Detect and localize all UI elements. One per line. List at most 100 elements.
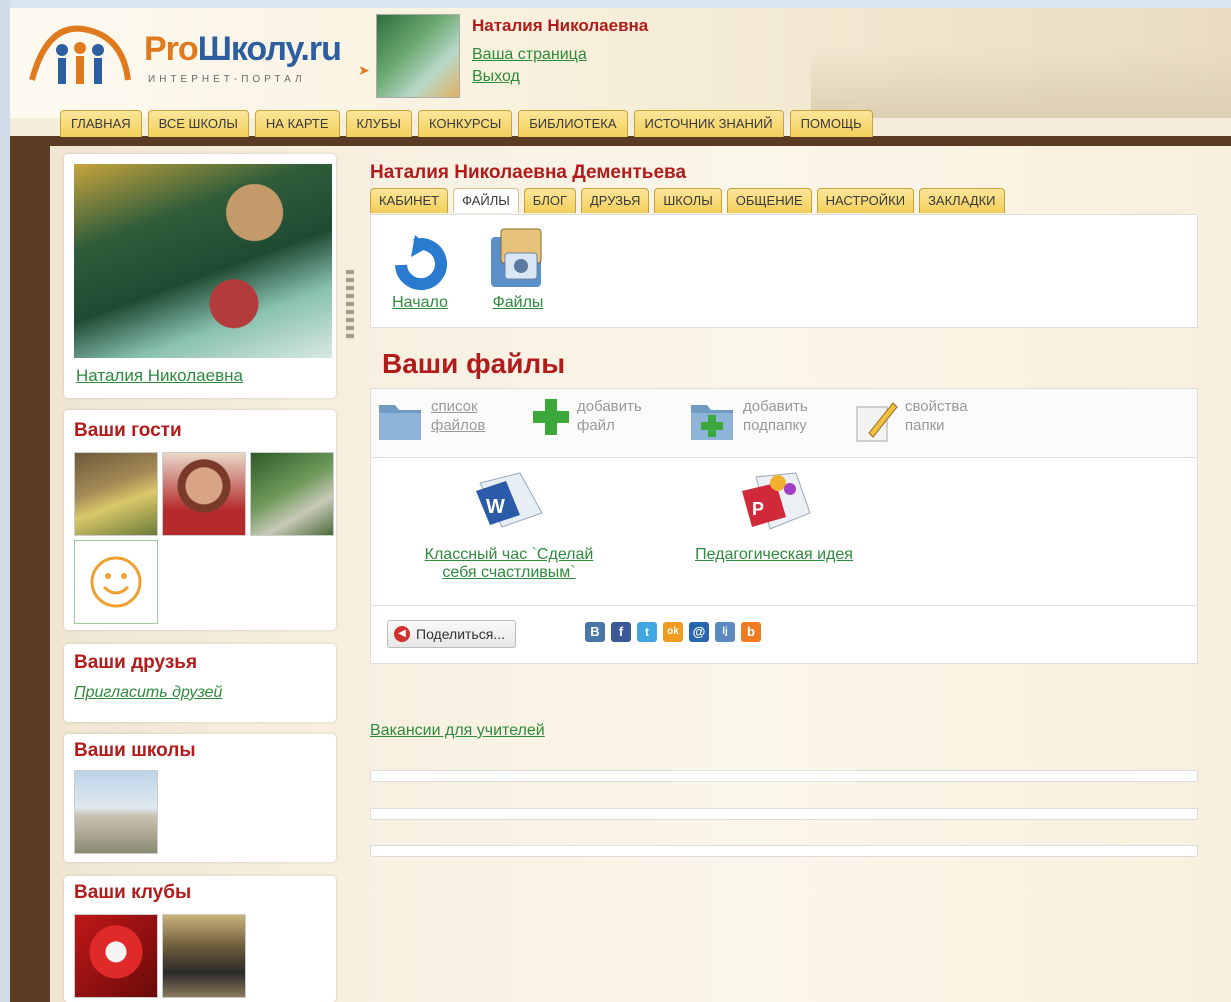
logout-link[interactable]: Выход: [472, 68, 520, 86]
nav-tab-map[interactable]: НА КАРТЕ: [254, 110, 340, 137]
file-item[interactable]: W Классный час `Сделай себя счастливым`: [389, 469, 629, 582]
book-left-cover: [10, 136, 50, 1002]
tab-blog[interactable]: БЛОГ: [523, 188, 576, 213]
profile-photo[interactable]: [74, 164, 332, 358]
logo-cursor-icon: ➤: [358, 62, 370, 78]
file-name-line1[interactable]: Классный час `Сделай: [389, 546, 629, 564]
guest-avatar[interactable]: [250, 452, 334, 536]
nav-tab-home[interactable]: ГЛАВНАЯ: [60, 110, 142, 137]
svg-text:W: W: [486, 496, 505, 518]
guests-title: Ваши гости: [74, 420, 182, 441]
folder-properties-button[interactable]: свойства папки: [855, 397, 968, 443]
tab-bookmarks[interactable]: ЗАКЛАДКИ: [919, 188, 1005, 213]
photo-folder-icon: [491, 228, 542, 287]
profile-full-name: Наталия Николаевна Дементьева: [370, 162, 687, 183]
list-files-button[interactable]: список файлов: [377, 397, 485, 443]
nav-tab-knowledge-source[interactable]: ИСТОЧНИК ЗНАНИЙ: [633, 110, 784, 137]
vk-icon[interactable]: В: [585, 622, 605, 642]
word-document-icon: W: [476, 472, 543, 528]
files-heading: Ваши файлы: [382, 348, 566, 379]
friends-title: Ваши друзья: [74, 652, 198, 673]
nav-tab-clubs[interactable]: КЛУБЫ: [345, 110, 412, 137]
add-file-line2: файл: [577, 417, 615, 434]
nav-tab-library[interactable]: БИБЛИОТЕКА: [518, 110, 628, 137]
empty-block: [370, 808, 1198, 820]
share-label: Поделиться...: [416, 626, 505, 642]
main-nav: ГЛАВНАЯ ВСЕ ШКОЛЫ НА КАРТЕ КЛУБЫ КОНКУРС…: [60, 108, 879, 138]
add-subfolder-line2: подпапку: [743, 417, 807, 434]
blogger-icon[interactable]: b: [741, 622, 761, 642]
files-link[interactable]: Файлы: [483, 294, 553, 312]
nav-tab-contests[interactable]: КОНКУРСЫ: [417, 110, 513, 137]
logo-people-icon: [29, 25, 131, 84]
edit-pencil-icon: [856, 402, 898, 442]
tab-cabinet[interactable]: КАБИНЕТ: [370, 188, 449, 213]
guest-avatar[interactable]: [74, 452, 158, 536]
file-name-line2[interactable]: себя счастливым`: [389, 564, 629, 582]
logo-pro: Pro: [144, 30, 199, 68]
add-subfolder-line1: добавить: [743, 398, 808, 415]
start-nav[interactable]: Начало: [385, 235, 455, 312]
tab-communication[interactable]: ОБЩЕНИЕ: [726, 188, 812, 213]
smiley-icon[interactable]: [74, 540, 158, 624]
school-photo[interactable]: [74, 770, 158, 854]
club-photo[interactable]: [162, 914, 246, 998]
nav-tab-help[interactable]: ПОМОЩЬ: [789, 110, 873, 137]
invite-friends-link[interactable]: Пригласить друзей: [74, 684, 222, 702]
book-spine: [346, 270, 354, 340]
tab-schools[interactable]: ШКОЛЫ: [654, 188, 722, 213]
header: ProШколу.ru ИНТЕРНЕТ-ПОРТАЛ ➤ Наталия Ни…: [10, 8, 1231, 118]
user-avatar[interactable]: [376, 14, 460, 98]
twitter-icon[interactable]: t: [637, 622, 657, 642]
teacher-vacancies-link[interactable]: Вакансии для учителей: [370, 722, 545, 740]
facebook-icon[interactable]: f: [611, 622, 631, 642]
add-subfolder-button[interactable]: добавить подпапку: [689, 397, 808, 443]
site-logo[interactable]: ProШколу.ru ИНТЕРНЕТ-ПОРТАЛ ➤: [18, 14, 370, 94]
sound-icon: ◀: [394, 626, 410, 642]
add-file-button[interactable]: добавить файл: [531, 397, 642, 437]
folder-properties-line1: свойства: [905, 398, 968, 415]
profile-name-link[interactable]: Наталия Николаевна: [76, 366, 243, 386]
svg-text:P: P: [752, 499, 764, 519]
clubs-title: Ваши клубы: [74, 882, 192, 903]
empty-block: [370, 845, 1198, 857]
tab-settings[interactable]: НАСТРОЙКИ: [816, 188, 915, 213]
user-name: Наталия Николаевна: [472, 16, 649, 35]
folder-properties-line2: папки: [905, 417, 945, 434]
nav-tab-all-schools[interactable]: ВСЕ ШКОЛЫ: [147, 110, 249, 137]
guests-card: Ваши гости: [64, 410, 336, 630]
logo-shkolu: Школу.ru: [197, 30, 342, 68]
friends-card: Ваши друзья Пригласить друзей: [64, 644, 336, 722]
list-files-label[interactable]: список файлов: [431, 397, 485, 435]
share-button[interactable]: ◀ Поделиться...: [387, 620, 516, 648]
plus-icon: [533, 399, 569, 435]
add-file-line1: добавить: [577, 398, 642, 415]
folder-properties-label: свойства папки: [905, 397, 968, 435]
tab-files[interactable]: ФАЙЛЫ: [453, 188, 519, 213]
presentation-icon: P: [742, 472, 811, 530]
list-files-line2: файлов: [431, 417, 486, 434]
my-page-link[interactable]: Ваша страница: [472, 46, 587, 64]
schools-title: Ваши школы: [74, 740, 196, 761]
empty-block: [370, 770, 1198, 782]
odnoklassniki-icon[interactable]: ok: [663, 622, 683, 642]
tab-friends[interactable]: ДРУЗЬЯ: [581, 188, 650, 213]
left-edge: [0, 0, 10, 1002]
start-link[interactable]: Начало: [385, 294, 455, 312]
files-nav[interactable]: Файлы: [483, 223, 553, 312]
livejournal-icon[interactable]: lj: [715, 622, 735, 642]
add-file-label: добавить файл: [577, 397, 642, 435]
club-photo[interactable]: [74, 914, 158, 998]
file-toolbar: список файлов добавить файл добавить под…: [371, 389, 1197, 458]
files-nav-panel: Начало Файлы: [370, 214, 1198, 328]
mailru-icon[interactable]: @: [689, 622, 709, 642]
guest-avatar[interactable]: [162, 452, 246, 536]
profile-card: Наталия Николаевна: [64, 154, 336, 398]
clubs-card: Ваши клубы: [64, 876, 336, 1002]
share-row: ◀ Поделиться... В f t ok @ lj b: [371, 605, 1197, 664]
logo-wordmark: ProШколу.ru: [144, 30, 342, 69]
file-name-line1[interactable]: Педагогическая идея: [661, 546, 887, 564]
file-browser: список файлов добавить файл добавить под…: [370, 388, 1198, 664]
file-item[interactable]: P Педагогическая идея: [661, 469, 887, 564]
folder-icon: [379, 405, 421, 440]
